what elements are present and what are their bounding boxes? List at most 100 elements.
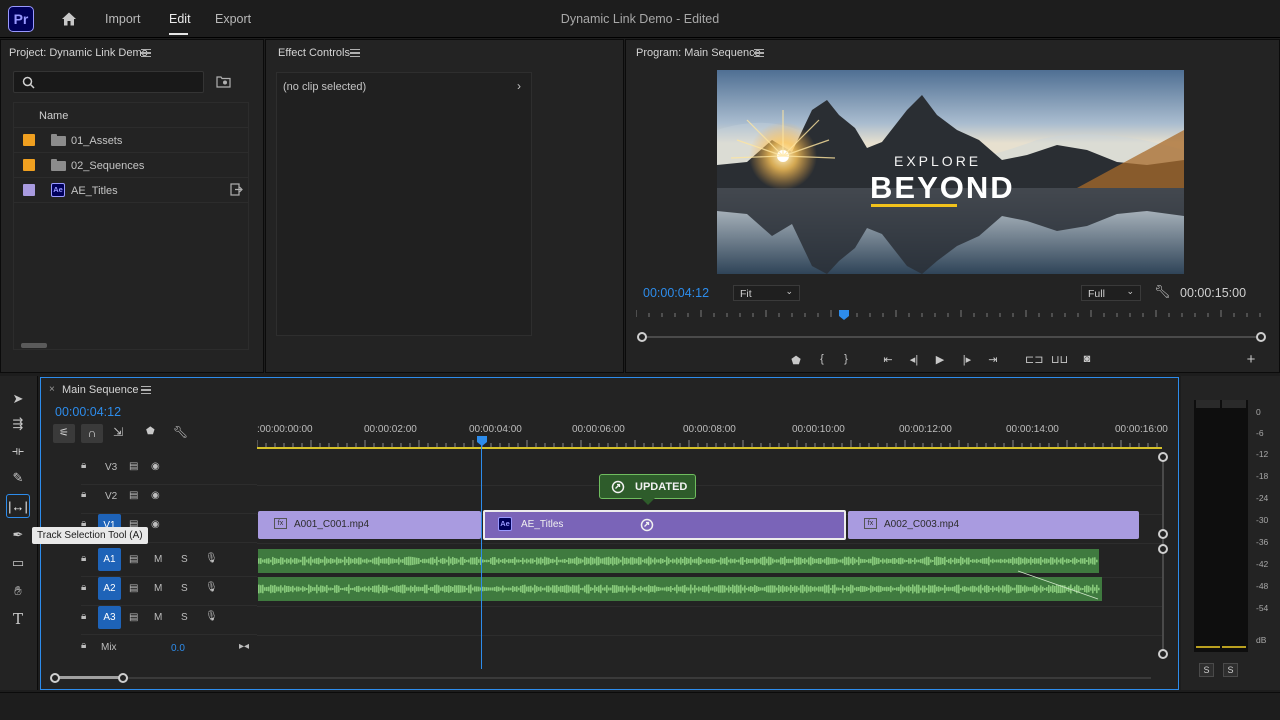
sync-lock-icon[interactable]: ▤ [129,583,138,594]
eye-icon[interactable]: ◉ [151,461,160,472]
razor-tool-icon[interactable]: ✎ [6,466,30,490]
vertical-scroll-handle-bottom[interactable] [1158,649,1168,659]
mix-value[interactable]: 0.0 [171,643,185,654]
selection-tool-icon[interactable]: ➤ [6,387,30,411]
pen-tool-icon[interactable]: ✒ [6,523,30,547]
panel-menu-icon[interactable] [350,49,360,57]
solo-right-button[interactable]: S [1223,663,1238,677]
panel-menu-icon[interactable] [141,386,151,394]
solo-button[interactable]: S [181,554,188,565]
peak-indicator-left[interactable] [1196,400,1220,408]
mark-in-icon[interactable]: { [814,353,830,365]
monitor-time-ruler[interactable] [636,306,1266,320]
timeline-playhead-head[interactable] [476,435,488,447]
sync-lock-icon[interactable]: ▤ [129,612,138,623]
lock-icon[interactable]: 🔒︎ [81,640,86,651]
button-editor-plus-icon[interactable]: + [1243,351,1259,368]
vertical-scroll-handle[interactable] [1158,544,1168,554]
rectangle-tool-icon[interactable]: ▭ [6,551,30,575]
track-target-a1[interactable]: A1 [98,548,121,571]
mark-out-icon[interactable]: } [838,353,854,365]
fit-dropdown[interactable]: Fit ⌄ [733,285,800,301]
effect-controls-title[interactable]: Effect Controls [278,47,350,59]
panel-menu-icon[interactable] [754,49,764,57]
monitor-playhead[interactable] [838,309,850,321]
add-marker-icon[interactable]: ⬟ [146,426,155,437]
type-tool-icon[interactable]: T [6,607,30,631]
list-item[interactable]: 02_Sequences [14,153,248,178]
zoom-handle-start[interactable] [50,673,60,683]
panel-menu-icon[interactable] [141,49,151,57]
tab-import[interactable]: Import [105,12,140,26]
go-to-in-icon[interactable]: ⇤ [880,353,896,366]
horizontal-scrollbar-thumb[interactable] [55,676,123,679]
microphone-icon[interactable]: 🎙︎ [205,582,218,593]
close-sequence-icon[interactable]: × [49,384,55,395]
peak-indicator-right[interactable] [1222,400,1246,408]
home-icon[interactable] [61,11,77,27]
microphone-icon[interactable]: 🎙︎ [205,553,218,564]
lock-icon[interactable]: 🔒︎ [81,553,86,564]
column-name-header[interactable]: Name [39,110,68,122]
eye-icon[interactable]: ◉ [151,490,160,501]
mute-button[interactable]: M [154,554,162,565]
project-panel-title[interactable]: Project: Dynamic Link Demo [9,47,148,59]
lock-icon[interactable]: 🔒︎ [81,489,86,500]
wrench-icon[interactable]: 🔧︎ [1154,284,1171,300]
clip-a002[interactable]: fx A002_C003.mp4 [848,511,1139,539]
add-marker-icon[interactable]: ⬟ [788,354,804,367]
mix-keyframe-icon[interactable]: ▸◂ [239,641,249,652]
clip-ae-titles[interactable]: Ae AE_Titles [483,510,846,540]
solo-left-button[interactable]: S [1199,663,1214,677]
zoom-scrollbar-start-handle[interactable] [637,332,647,342]
track-select-forward-icon[interactable]: ⇶ [6,412,30,436]
timeline-settings-wrench-icon[interactable]: 🔧︎ [173,425,188,439]
linked-selection-icon[interactable]: ⇲ [113,425,123,439]
mute-button[interactable]: M [154,583,162,594]
step-back-icon[interactable]: ◂| [906,353,922,366]
go-to-out-icon[interactable]: ⇥ [985,353,1001,366]
label-color-swatch[interactable] [23,184,35,196]
play-icon[interactable]: ▶ [932,353,948,366]
track-label[interactable]: V2 [105,491,117,502]
resolution-dropdown[interactable]: Full ⌄ [1081,285,1141,301]
program-monitor-title[interactable]: Program: Main Sequence [636,47,761,59]
snap-magnet-icon[interactable]: ∩ [81,424,103,443]
step-forward-icon[interactable]: |▸ [959,353,975,366]
zoom-handle-end[interactable] [118,673,128,683]
mute-button[interactable]: M [154,612,162,623]
chevron-right-icon[interactable]: › [517,79,521,93]
sync-lock-icon[interactable]: ▤ [129,461,138,472]
lift-icon[interactable]: ⊏⊐ [1025,353,1043,366]
lock-icon[interactable]: 🔒︎ [81,611,86,622]
horizontal-scrollbar-track[interactable] [55,677,1151,679]
tab-edit[interactable]: Edit [169,12,191,26]
horizontal-scrollbar[interactable] [21,343,47,348]
lock-icon[interactable]: 🔒︎ [81,460,86,471]
vertical-scrollbar-track[interactable] [1162,457,1164,655]
extract-icon[interactable]: ⊔⊔ [1051,353,1068,366]
track-label[interactable]: V3 [105,462,117,473]
solo-button[interactable]: S [181,612,188,623]
label-color-swatch[interactable] [23,159,35,171]
project-search-input[interactable] [13,71,204,93]
export-frame-icon[interactable]: ◙ [1079,353,1095,365]
nest-toggle-icon[interactable]: ⚟ [53,424,75,443]
list-item[interactable]: Ae AE_Titles [14,178,248,203]
sequence-tab-title[interactable]: Main Sequence [62,384,138,396]
eye-icon[interactable]: ◉ [151,519,160,530]
list-item[interactable]: 01_Assets [14,128,248,153]
audio-clips[interactable] [258,549,1103,603]
solo-button[interactable]: S [181,583,188,594]
track-target-a2[interactable]: A2 [98,577,121,600]
zoom-scrollbar-end-handle[interactable] [1256,332,1266,342]
timeline-ruler[interactable] [257,438,1167,450]
dynamic-link-icon[interactable] [230,183,243,196]
sync-lock-icon[interactable]: ▤ [129,554,138,565]
tab-export[interactable]: Export [215,12,251,26]
track-target-a3[interactable]: A3 [98,606,121,629]
new-bin-icon[interactable] [216,75,231,88]
sync-lock-icon[interactable]: ▤ [129,490,138,501]
ripple-edit-icon[interactable]: ⟛ [6,439,30,463]
label-color-swatch[interactable] [23,134,35,146]
